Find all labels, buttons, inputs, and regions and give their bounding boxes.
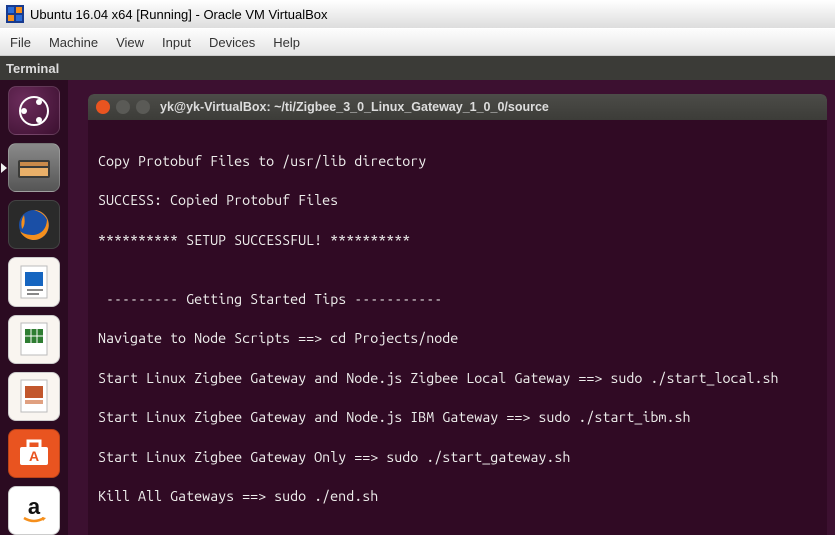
terminal-titlebar[interactable]: yk@yk-VirtualBox: ~/ti/Zigbee_3_0_Linux_…	[88, 94, 827, 120]
launcher-files[interactable]	[8, 143, 60, 192]
amazon-icon: a	[16, 492, 52, 528]
launcher-software[interactable]: A	[8, 429, 60, 478]
files-icon	[16, 154, 52, 182]
terminal-title: yk@yk-VirtualBox: ~/ti/Zigbee_3_0_Linux_…	[160, 100, 549, 114]
workspace: yk@yk-VirtualBox: ~/ti/Zigbee_3_0_Linux_…	[68, 80, 835, 535]
ubuntu-logo-icon	[17, 94, 51, 128]
vbox-menu-machine[interactable]: Machine	[49, 35, 98, 50]
terminal-body[interactable]: Copy Protobuf Files to /usr/lib director…	[88, 120, 827, 535]
ubuntu-top-app-label: Terminal	[6, 61, 59, 76]
vbox-menu-help[interactable]: Help	[273, 35, 300, 50]
ubuntu-software-icon: A	[16, 437, 52, 469]
vbox-titlebar: Ubuntu 16.04 x64 [Running] - Oracle VM V…	[0, 0, 835, 28]
launcher-impress[interactable]	[8, 372, 60, 421]
svg-text:a: a	[28, 494, 41, 519]
ubuntu-launcher: A a	[0, 80, 68, 535]
launcher-amazon[interactable]: a	[8, 486, 60, 535]
ubuntu-guest-display: Terminal	[0, 56, 835, 535]
window-maximize-icon[interactable]	[136, 100, 150, 114]
libreoffice-impress-icon	[17, 376, 51, 416]
terminal-output: Copy Protobuf Files to /usr/lib director…	[98, 153, 779, 535]
vbox-menubar: File Machine View Input Devices Help	[0, 28, 835, 56]
svg-text:A: A	[29, 448, 39, 464]
vbox-window-title: Ubuntu 16.04 x64 [Running] - Oracle VM V…	[30, 7, 327, 22]
window-close-icon[interactable]	[96, 100, 110, 114]
launcher-calc[interactable]	[8, 315, 60, 364]
firefox-icon	[14, 205, 54, 245]
launcher-writer[interactable]	[8, 257, 60, 306]
vbox-menu-view[interactable]: View	[116, 35, 144, 50]
ubuntu-top-panel: Terminal	[0, 56, 835, 80]
vbox-logo-icon	[6, 5, 24, 23]
vbox-menu-input[interactable]: Input	[162, 35, 191, 50]
window-minimize-icon[interactable]	[116, 100, 130, 114]
libreoffice-calc-icon	[17, 319, 51, 359]
launcher-active-indicator-icon	[1, 163, 7, 173]
launcher-dash[interactable]	[8, 86, 60, 135]
vbox-menu-file[interactable]: File	[10, 35, 31, 50]
terminal-window: yk@yk-VirtualBox: ~/ti/Zigbee_3_0_Linux_…	[88, 94, 827, 535]
launcher-firefox[interactable]	[8, 200, 60, 249]
vbox-menu-devices[interactable]: Devices	[209, 35, 255, 50]
libreoffice-writer-icon	[17, 262, 51, 302]
